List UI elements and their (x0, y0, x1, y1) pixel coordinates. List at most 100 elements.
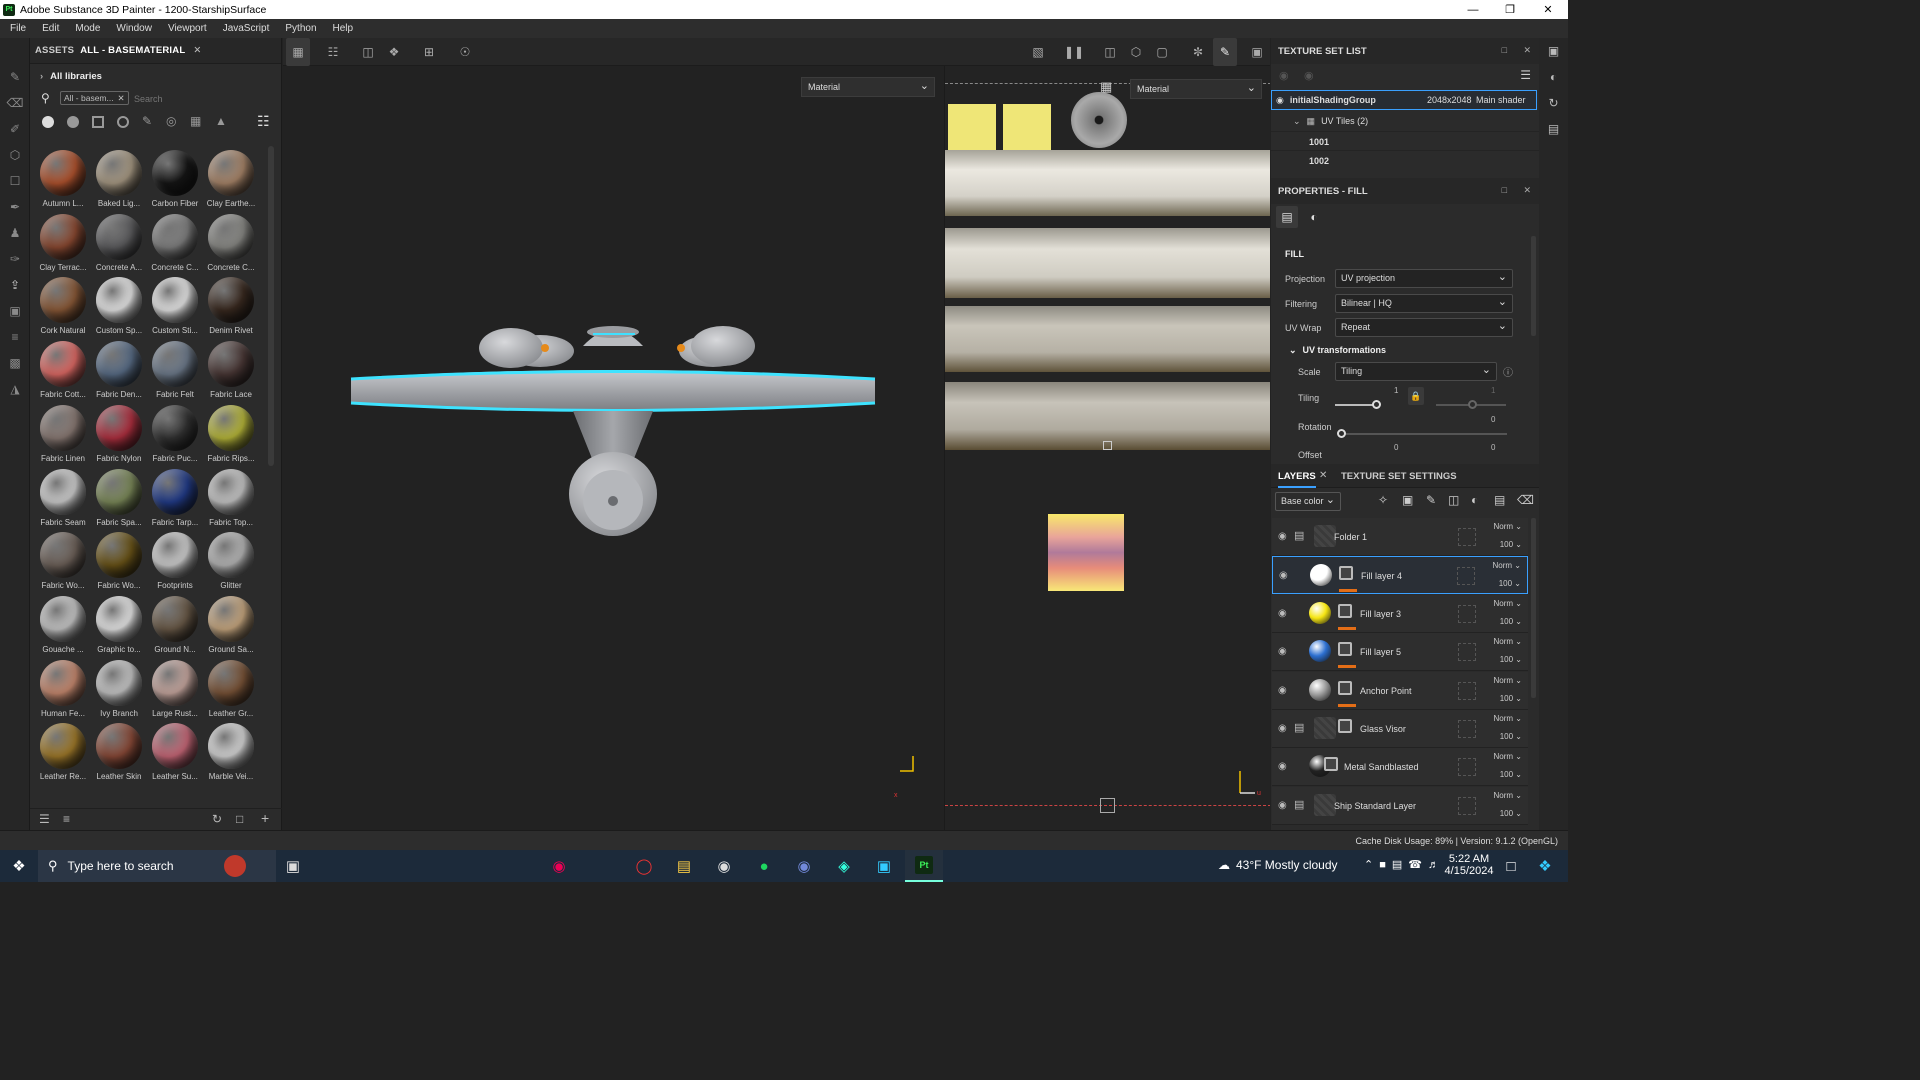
geometry-mask-icon[interactable]: ⬡ (0, 142, 30, 168)
add-paint-layer-icon[interactable]: ✎ (1426, 493, 1436, 507)
assets-tab[interactable]: ASSETS (35, 45, 74, 56)
layer-mask-icon[interactable] (1338, 719, 1352, 733)
task-view-icon[interactable]: ▣ (274, 850, 312, 882)
hide-icon[interactable]: ▧ (1026, 38, 1050, 66)
float-panel-icon[interactable]: □ (1502, 185, 1507, 195)
uv-tiles-icon[interactable]: ☷ (321, 38, 345, 66)
search-input[interactable] (134, 92, 274, 106)
material-tile[interactable]: Footprints (147, 530, 203, 594)
material-tile[interactable]: Clay Terrac... (35, 212, 91, 276)
frame-icon[interactable]: ⊞ (417, 38, 441, 66)
material-tile[interactable]: Human Fe... (35, 658, 91, 722)
material-tile[interactable]: Concrete C... (147, 212, 203, 276)
menu-file[interactable]: File (4, 23, 32, 34)
blend-mode-select[interactable]: Norm ⌄ (1494, 637, 1523, 646)
info-icon[interactable]: ⓘ (1503, 364, 1513, 379)
layer-effect-slot[interactable] (1458, 604, 1476, 623)
material-tile[interactable]: Leather Skin (91, 721, 147, 785)
layer-stack-icon[interactable]: ≡ (0, 324, 30, 350)
layer-effect-slot[interactable] (1458, 796, 1476, 815)
menu-javascript[interactable]: JavaScript (217, 23, 276, 34)
screenshot-icon[interactable]: ▣ (1245, 38, 1269, 66)
material-tile[interactable]: Marble Vei... (203, 721, 259, 785)
assets-scrollbar[interactable] (268, 146, 274, 466)
material-tile[interactable]: Fabric Wo... (91, 530, 147, 594)
folder-icon[interactable]: ▤ (1294, 529, 1304, 542)
material-tile[interactable]: Graphic to... (91, 594, 147, 658)
shader-settings-icon[interactable]: ◐ (1539, 64, 1568, 90)
close-panel-icon[interactable]: ✕ (1523, 185, 1531, 196)
fill-properties-tab-icon[interactable]: ▤ (1276, 206, 1298, 228)
add-mask-icon[interactable]: ▣ (1402, 493, 1413, 507)
brush-filter-icon[interactable]: ✎ (142, 114, 152, 128)
assets-breadcrumb[interactable]: ALL - BASEMATERIAL (80, 45, 185, 56)
close-tab-icon[interactable]: ✕ (1319, 470, 1327, 481)
reset-camera-icon[interactable]: ☉ (453, 38, 477, 66)
eye-icon[interactable]: ◉ (1304, 69, 1314, 82)
log-icon[interactable]: ▤ (1539, 116, 1568, 142)
material-tile[interactable]: Ivy Branch (91, 658, 147, 722)
textures-filter-icon[interactable]: ▦ (190, 114, 201, 128)
file-explorer-icon[interactable]: ▤ (665, 850, 703, 882)
material-tile[interactable]: Concrete C... (203, 212, 259, 276)
tiling-u-slider[interactable] (1335, 404, 1375, 406)
material-tile[interactable]: Baked Lig... (91, 148, 147, 212)
material-tile[interactable]: Fabric Top... (203, 467, 259, 531)
material-tile[interactable]: Ground N... (147, 594, 203, 658)
material-tile[interactable]: Fabric Seam (35, 467, 91, 531)
menu-help[interactable]: Help (327, 23, 360, 34)
notifications-icon[interactable]: □ (1492, 850, 1530, 882)
layer-mask-icon[interactable] (1338, 680, 1352, 695)
material-tile[interactable]: Ground Sa... (203, 594, 259, 658)
app-game-icon[interactable]: ◉ (540, 850, 578, 882)
material-tile[interactable]: Denim Rivet (203, 275, 259, 339)
menu-viewport[interactable]: Viewport (162, 23, 213, 34)
generators-filter-icon[interactable] (117, 116, 129, 128)
uv-tile-row[interactable]: 1002 (1271, 150, 1539, 170)
material-tile[interactable]: Concrete A... (91, 212, 147, 276)
material-tab-icon[interactable]: ◐ (1303, 206, 1325, 228)
eye-icon[interactable]: ◉ (1278, 608, 1287, 619)
material-tile[interactable]: Cork Natural (35, 275, 91, 339)
refresh-icon[interactable]: ↻ (212, 812, 222, 826)
blend-mode-select[interactable]: Norm ⌄ (1493, 561, 1522, 570)
clock[interactable]: 5:22 AM 4/15/2024 (1444, 853, 1494, 877)
opacity-select[interactable]: 100 ⌄ (1500, 655, 1522, 664)
opacity-select[interactable]: 100 ⌄ (1500, 694, 1522, 703)
layer-row[interactable]: ◉ ▤ Folder 1 Norm ⌄ 100 ⌄ (1272, 518, 1528, 556)
float-panel-icon[interactable]: □ (1502, 45, 1507, 55)
opacity-select[interactable]: 100 ⌄ (1500, 732, 1522, 741)
eye-icon[interactable]: ◉ (1278, 761, 1287, 772)
channel-dropdown[interactable]: Base color (1275, 492, 1341, 511)
opacity-select[interactable]: 100 ⌄ (1500, 540, 1522, 549)
opera-icon[interactable]: ◯ (625, 850, 663, 882)
bake-icon[interactable]: ▣ (0, 298, 30, 324)
layer-row[interactable]: ◉ ▤ Ship Standard Layer Norm ⌄ 100 ⌄ (1272, 786, 1528, 825)
layer-row[interactable]: ◉ Fill layer 5 Norm ⌄ 100 ⌄ (1272, 633, 1528, 672)
projection-icon[interactable]: ✐ (0, 116, 30, 142)
blend-mode-select[interactable]: Norm ⌄ (1494, 522, 1523, 531)
selection-mode-icon[interactable]: ▦ (286, 38, 310, 66)
steam-icon[interactable]: ◉ (705, 850, 743, 882)
shelf-icon[interactable]: ◮ (0, 376, 30, 402)
blend-mode-select[interactable]: Norm ⌄ (1494, 599, 1523, 608)
copilot-icon[interactable]: ❖ (1526, 850, 1564, 882)
material-tile[interactable]: Fabric Nylon (91, 403, 147, 467)
align-icon[interactable]: ❖ (382, 38, 406, 66)
eye-icon[interactable]: ◉ (1278, 531, 1287, 542)
close-panel-icon[interactable]: ✕ (1523, 45, 1531, 56)
cube-view-icon[interactable]: ⬡ (1124, 38, 1148, 66)
export-icon[interactable]: ⇪ (0, 272, 30, 298)
material-tile[interactable]: Glitter (203, 530, 259, 594)
opacity-select[interactable]: 100 ⌄ (1499, 579, 1521, 588)
material-tile[interactable]: Custom Sp... (91, 275, 147, 339)
environments-filter-icon[interactable]: ▲ (215, 114, 227, 128)
uv-tile-handle-icon[interactable] (1103, 441, 1112, 450)
layer-effect-slot[interactable] (1457, 567, 1475, 586)
picker-icon[interactable]: ✑ (0, 246, 30, 272)
minimize-button[interactable]: — (1455, 0, 1491, 19)
masks-filter-icon[interactable] (92, 116, 104, 128)
split-view-icon[interactable]: ◫ (1098, 38, 1122, 66)
eye-icon[interactable]: ◉ (1278, 646, 1287, 657)
layer-row[interactable]: ◉ Anchor Point Norm ⌄ 100 ⌄ (1272, 671, 1528, 710)
